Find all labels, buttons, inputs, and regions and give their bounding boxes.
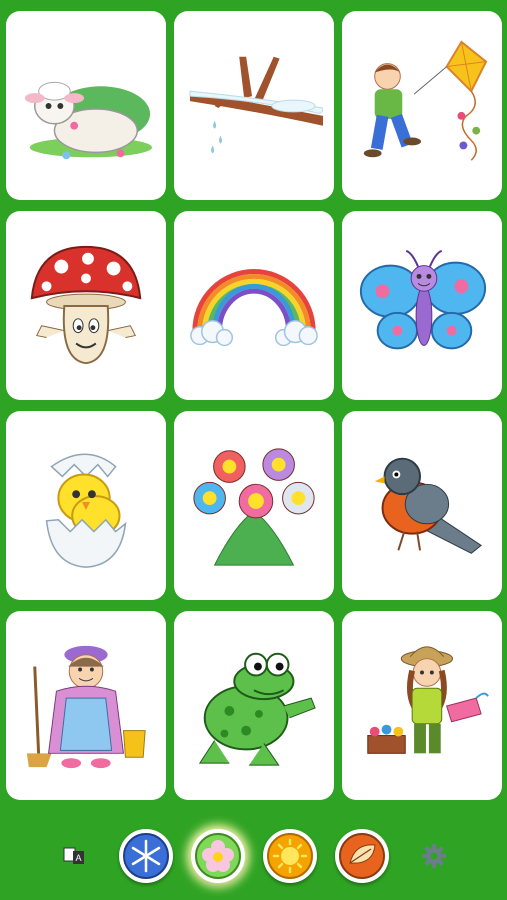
kite-boy-icon (363, 39, 488, 161)
flowers-card[interactable] (174, 411, 334, 600)
lamb-card[interactable] (6, 11, 166, 200)
gear-icon (421, 844, 446, 868)
mushroom-icon (30, 245, 142, 364)
season-toolbar: A (0, 812, 507, 900)
rainbow-card[interactable] (174, 211, 334, 400)
settings-button[interactable] (420, 842, 448, 870)
flowers-icon (193, 447, 315, 566)
branch-icon (189, 56, 323, 153)
lamb-icon (24, 81, 153, 159)
spring-season-button[interactable] (190, 829, 245, 883)
flower-icon (194, 833, 241, 879)
winter-season-button[interactable] (118, 829, 173, 883)
mushroom-card[interactable] (6, 211, 166, 400)
robin-bird-card[interactable] (342, 411, 502, 600)
picture-grid (6, 11, 502, 800)
language-icon: A (63, 847, 84, 864)
girl-gardening-card[interactable] (342, 611, 502, 800)
grandma-icon (26, 645, 146, 768)
butterfly-card[interactable] (342, 211, 502, 400)
svg-text:A: A (75, 853, 81, 863)
chick-icon (45, 453, 127, 568)
grandma-card[interactable] (6, 611, 166, 800)
butterfly-icon (359, 249, 487, 349)
gardening-girl-icon (367, 645, 489, 754)
language-button[interactable]: A (60, 842, 88, 870)
hatching-chick-card[interactable] (6, 411, 166, 600)
sun-icon (266, 833, 313, 879)
summer-season-button[interactable] (262, 829, 317, 883)
bird-icon (374, 457, 482, 554)
snowy-branch-card[interactable] (174, 11, 334, 200)
autumn-season-button[interactable] (334, 829, 389, 883)
frog-card[interactable] (174, 611, 334, 800)
boy-kite-card[interactable] (342, 11, 502, 200)
rainbow-icon (190, 268, 318, 346)
snowflake-icon (122, 833, 169, 879)
frog-icon (198, 652, 316, 766)
leaf-icon (338, 833, 385, 879)
